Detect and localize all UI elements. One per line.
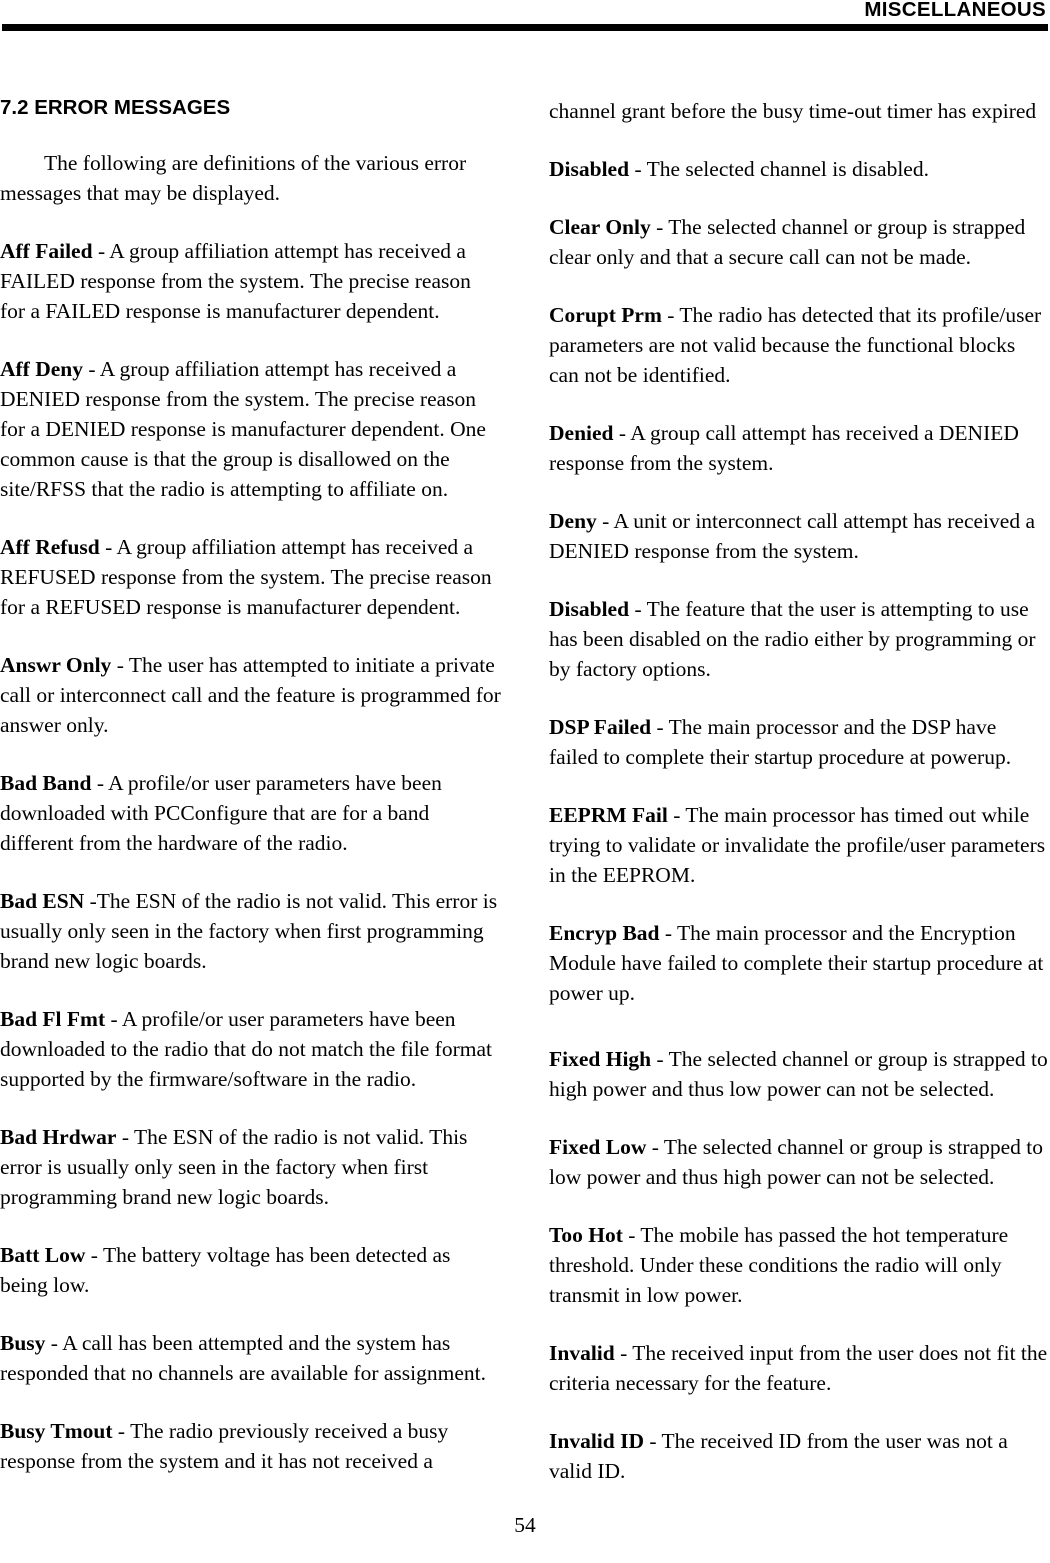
continuation-paragraph: channel grant before the busy time-out t… bbox=[549, 99, 1037, 123]
error-term: Aff Deny bbox=[0, 357, 83, 381]
error-term: Invalid ID bbox=[549, 1429, 644, 1453]
error-term: Encryp Bad bbox=[549, 921, 660, 945]
error-definition: A unit or interconnect call attempt has … bbox=[549, 509, 1035, 563]
error-entry: Disabled - The feature that the user is … bbox=[549, 594, 1050, 684]
error-term: Fixed Low bbox=[549, 1135, 647, 1159]
error-separator: - bbox=[99, 535, 117, 559]
error-entry: Batt Low - The battery voltage has been … bbox=[0, 1240, 501, 1300]
error-term: Fixed High bbox=[549, 1047, 652, 1071]
error-separator: - bbox=[613, 421, 631, 445]
error-separator: - bbox=[596, 509, 614, 533]
error-separator: - bbox=[85, 1243, 103, 1267]
error-separator: - bbox=[105, 1007, 122, 1031]
left-entry-list: Aff Failed - A group affiliation attempt… bbox=[0, 236, 501, 1476]
error-term: DSP Failed bbox=[549, 715, 652, 739]
right-entry-list: Disabled - The selected channel is disab… bbox=[549, 154, 1050, 1486]
page-number: 54 bbox=[514, 1513, 536, 1537]
error-term: Invalid bbox=[549, 1341, 615, 1365]
error-separator: - bbox=[112, 1419, 131, 1443]
error-separator: - bbox=[83, 357, 100, 381]
document-page: MISCELLANEOUS 7.2 ERROR MESSAGES The fol… bbox=[0, 0, 1050, 1563]
error-entry: Busy Tmout - The radio previously receiv… bbox=[0, 1416, 501, 1476]
error-separator: - bbox=[646, 1135, 664, 1159]
error-term: Denied bbox=[549, 421, 614, 445]
error-term: Bad Hrdwar bbox=[0, 1125, 117, 1149]
error-entry: Busy - A call has been attempted and the… bbox=[0, 1328, 501, 1388]
left-column: 7.2 ERROR MESSAGES The following are def… bbox=[0, 96, 501, 1514]
error-term: Clear Only bbox=[549, 215, 651, 239]
page-footer: 54 bbox=[0, 1512, 1050, 1538]
error-entry: EEPRM Fail - The main processor has time… bbox=[549, 800, 1050, 890]
header-title: MISCELLANEOUS bbox=[864, 0, 1046, 21]
error-term: Aff Refusd bbox=[0, 535, 100, 559]
error-entry: Invalid ID - The received ID from the us… bbox=[549, 1426, 1050, 1486]
error-term: Disabled bbox=[549, 597, 630, 621]
error-separator: - bbox=[659, 921, 678, 945]
error-entry: DSP Failed - The main processor and the … bbox=[549, 712, 1050, 772]
error-separator: - bbox=[651, 1047, 669, 1071]
error-entry: Disabled - The selected channel is disab… bbox=[549, 154, 1050, 184]
error-separator: - bbox=[116, 1125, 134, 1149]
error-term: EEPRM Fail bbox=[549, 803, 668, 827]
error-separator: - bbox=[92, 239, 110, 263]
error-entry: Bad Fl Fmt - A profile/or user parameter… bbox=[0, 1004, 501, 1094]
error-separator: - bbox=[622, 1223, 641, 1247]
error-separator: - bbox=[45, 1331, 63, 1355]
section-heading: 7.2 ERROR MESSAGES bbox=[0, 96, 231, 119]
error-entry: Corupt Prm - The radio has detected that… bbox=[549, 300, 1050, 390]
error-separator: - bbox=[629, 157, 647, 181]
error-entry: Aff Refusd - A group affiliation attempt… bbox=[0, 532, 501, 622]
error-term: Bad Fl Fmt bbox=[0, 1007, 106, 1031]
error-separator: - bbox=[91, 771, 109, 795]
error-entry: Encryp Bad - The main processor and the … bbox=[549, 918, 1050, 1008]
error-term: Busy Tmout bbox=[0, 1419, 113, 1443]
error-separator: - bbox=[651, 715, 669, 739]
error-entry: Too Hot - The mobile has passed the hot … bbox=[549, 1220, 1050, 1310]
error-term: Disabled bbox=[549, 157, 630, 181]
page-header: MISCELLANEOUS bbox=[0, 0, 1050, 34]
error-term: Busy bbox=[0, 1331, 46, 1355]
error-separator: - bbox=[614, 1341, 633, 1365]
error-entry: Aff Failed - A group affiliation attempt… bbox=[0, 236, 501, 326]
error-term: Answr Only bbox=[0, 653, 112, 677]
error-entry: Aff Deny - A group affiliation attempt h… bbox=[0, 354, 501, 504]
error-entry: Clear Only - The selected channel or gro… bbox=[549, 212, 1050, 272]
error-separator: - bbox=[644, 1429, 662, 1453]
error-entry: Invalid - The received input from the us… bbox=[549, 1338, 1050, 1398]
intro-paragraph: The following are definitions of the var… bbox=[0, 151, 467, 205]
error-entry: Answr Only - The user has attempted to i… bbox=[0, 650, 501, 740]
error-term: Batt Low bbox=[0, 1243, 86, 1267]
error-separator: - bbox=[650, 215, 669, 239]
error-separator: - bbox=[667, 803, 686, 827]
error-entry: Bad Hrdwar - The ESN of the radio is not… bbox=[0, 1122, 501, 1212]
error-entry: Fixed Low - The selected channel or grou… bbox=[549, 1132, 1050, 1192]
error-separator: - bbox=[661, 303, 680, 327]
error-term: Aff Failed bbox=[0, 239, 93, 263]
error-definition: A call has been attempted and the system… bbox=[0, 1331, 486, 1385]
error-separator: - bbox=[84, 889, 97, 913]
error-entry: Denied - A group call attempt has receiv… bbox=[549, 418, 1050, 478]
error-entry: Fixed High - The selected channel or gro… bbox=[549, 1044, 1050, 1104]
error-definition: The selected channel is disabled. bbox=[646, 157, 929, 181]
error-entry: Bad ESN -The ESN of the radio is not val… bbox=[0, 886, 501, 976]
error-term: Bad ESN bbox=[0, 889, 85, 913]
error-separator: - bbox=[111, 653, 129, 677]
error-term: Deny bbox=[549, 509, 597, 533]
error-term: Too Hot bbox=[549, 1223, 623, 1247]
header-rule bbox=[2, 24, 1048, 31]
right-column: channel grant before the busy time-out t… bbox=[549, 96, 1050, 1514]
error-term: Bad Band bbox=[0, 771, 92, 795]
body-columns: 7.2 ERROR MESSAGES The following are def… bbox=[0, 96, 1050, 1514]
error-entry: Bad Band - A profile/or user parameters … bbox=[0, 768, 501, 858]
error-entry: Deny - A unit or interconnect call attem… bbox=[549, 506, 1050, 566]
error-separator: - bbox=[629, 597, 647, 621]
error-term: Corupt Prm bbox=[549, 303, 662, 327]
